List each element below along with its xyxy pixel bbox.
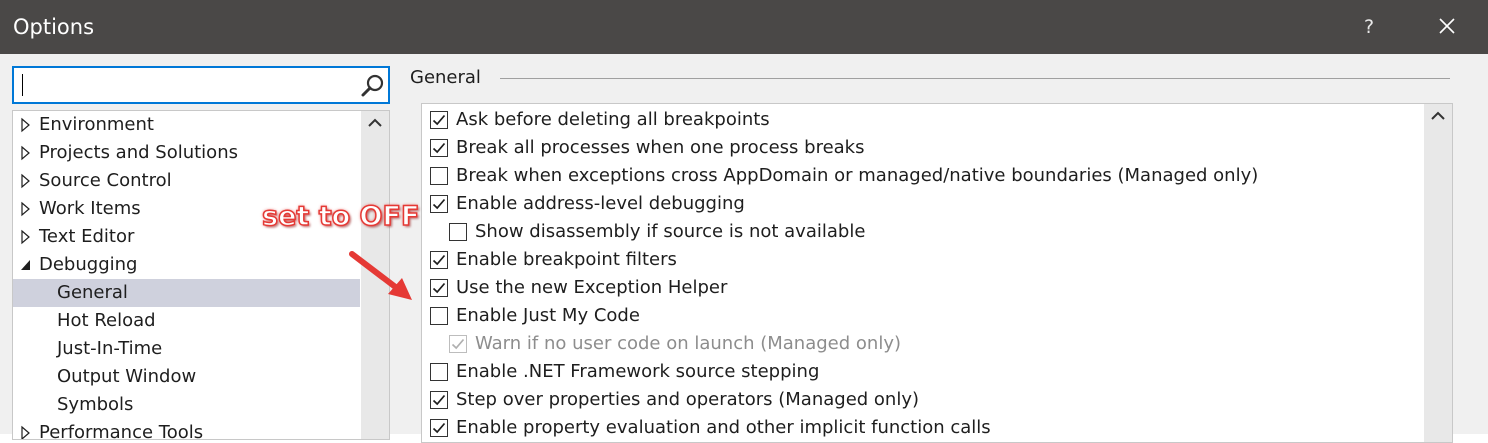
tree-item-environment[interactable]: Environment bbox=[13, 111, 360, 139]
tree-item-just-in-time[interactable]: Just-In-Time bbox=[13, 335, 360, 363]
option-label: Break when exceptions cross AppDomain or… bbox=[456, 165, 1259, 186]
checkmark-icon bbox=[451, 338, 465, 350]
annotation-arrow-icon bbox=[349, 251, 412, 300]
tree-item-label: Source Control bbox=[39, 170, 172, 191]
close-button[interactable] bbox=[1432, 11, 1462, 41]
expanded-triangle-icon[interactable] bbox=[19, 251, 33, 279]
checkmark-icon bbox=[432, 282, 446, 294]
tree-item-label: Output Window bbox=[57, 366, 197, 387]
tree-item-label: Just-In-Time bbox=[57, 338, 163, 359]
options-panel: Ask before deleting all breakpoints Break… bbox=[421, 103, 1453, 443]
option-label: Enable address-level debugging bbox=[456, 193, 745, 214]
help-button[interactable]: ? bbox=[1356, 14, 1382, 40]
option-label: Show disassembly if source is not availa… bbox=[475, 221, 866, 242]
collapsed-triangle-icon[interactable] bbox=[19, 139, 33, 167]
collapsed-triangle-icon[interactable] bbox=[19, 419, 33, 439]
option-label: Enable breakpoint filters bbox=[456, 249, 677, 270]
scroll-up-icon[interactable] bbox=[1424, 104, 1452, 128]
tree-item-label: Work Items bbox=[39, 198, 141, 219]
checkmark-icon bbox=[432, 142, 446, 154]
tree-item-symbols[interactable]: Symbols bbox=[13, 391, 360, 419]
checkbox-checked[interactable] bbox=[430, 279, 448, 297]
option-label: Enable property evaluation and other imp… bbox=[456, 417, 991, 438]
tree-item-label: General bbox=[57, 282, 128, 303]
options-tree[interactable]: Environment Projects and Solutions Source … bbox=[12, 110, 390, 440]
tree-item-source-control[interactable]: Source Control bbox=[13, 167, 360, 195]
checkbox-unchecked[interactable] bbox=[449, 223, 467, 241]
title-bar: Options ? bbox=[0, 0, 1488, 54]
tree-item-label: Hot Reload bbox=[57, 310, 156, 331]
option-label: Warn if no user code on launch (Managed … bbox=[475, 333, 901, 354]
close-icon bbox=[1439, 18, 1455, 34]
checkbox-checked[interactable] bbox=[430, 139, 448, 157]
collapsed-triangle-icon[interactable] bbox=[19, 111, 33, 139]
tree-item-performance-tools[interactable]: Performance Tools bbox=[13, 419, 360, 440]
option-label: Step over properties and operators (Mana… bbox=[456, 389, 920, 410]
tree-item-label: Symbols bbox=[57, 394, 134, 415]
option-label: Ask before deleting all breakpoints bbox=[456, 109, 770, 130]
collapsed-triangle-icon[interactable] bbox=[19, 195, 33, 223]
collapsed-triangle-icon[interactable] bbox=[19, 167, 33, 195]
text-caret bbox=[22, 74, 23, 96]
tree-item-general[interactable]: General bbox=[13, 279, 360, 307]
checkbox-unchecked[interactable] bbox=[430, 363, 448, 381]
option-label: Enable Just My Code bbox=[456, 305, 640, 326]
checkbox-checked[interactable] bbox=[430, 391, 448, 409]
group-title: General bbox=[410, 67, 481, 88]
annotation-label: set to OFF bbox=[261, 200, 420, 233]
window-title: Options bbox=[13, 15, 95, 39]
option-label: Break all processes when one process bre… bbox=[456, 137, 865, 158]
collapsed-triangle-icon[interactable] bbox=[19, 223, 33, 251]
checkmark-icon bbox=[432, 198, 446, 210]
checkbox-checked bbox=[449, 335, 467, 353]
group-divider bbox=[500, 78, 1450, 79]
tree-item-hot-reload[interactable]: Hot Reload bbox=[13, 307, 360, 335]
tree-item-label: Projects and Solutions bbox=[39, 142, 238, 163]
checkbox-unchecked[interactable] bbox=[430, 167, 448, 185]
search-box[interactable] bbox=[12, 66, 390, 104]
tree-item-projects-and-solutions[interactable]: Projects and Solutions bbox=[13, 139, 360, 167]
magnifier-icon[interactable] bbox=[360, 73, 386, 103]
checkmark-icon bbox=[432, 394, 446, 406]
checkmark-icon bbox=[432, 114, 446, 126]
tree-item-label: Text Editor bbox=[39, 226, 135, 247]
checkmark-icon bbox=[432, 422, 446, 434]
search-input[interactable] bbox=[14, 68, 344, 102]
tree-item-label: Debugging bbox=[39, 254, 138, 275]
checkbox-checked[interactable] bbox=[430, 195, 448, 213]
checkmark-icon bbox=[432, 254, 446, 266]
checkbox-unchecked[interactable] bbox=[430, 307, 448, 325]
tree-item-label: Environment bbox=[39, 114, 154, 135]
checkbox-checked[interactable] bbox=[430, 251, 448, 269]
option-label: Enable .NET Framework source stepping bbox=[456, 361, 820, 382]
tree-item-label: Performance Tools bbox=[39, 422, 204, 440]
checkbox-checked[interactable] bbox=[430, 419, 448, 437]
tree-item-output-window[interactable]: Output Window bbox=[13, 363, 360, 391]
options-scrollbar[interactable] bbox=[1424, 104, 1452, 442]
tree-item-debugging[interactable]: Debugging bbox=[13, 251, 360, 279]
option-label: Use the new Exception Helper bbox=[456, 277, 728, 298]
scroll-up-icon[interactable] bbox=[361, 111, 389, 135]
checkbox-checked[interactable] bbox=[430, 111, 448, 129]
